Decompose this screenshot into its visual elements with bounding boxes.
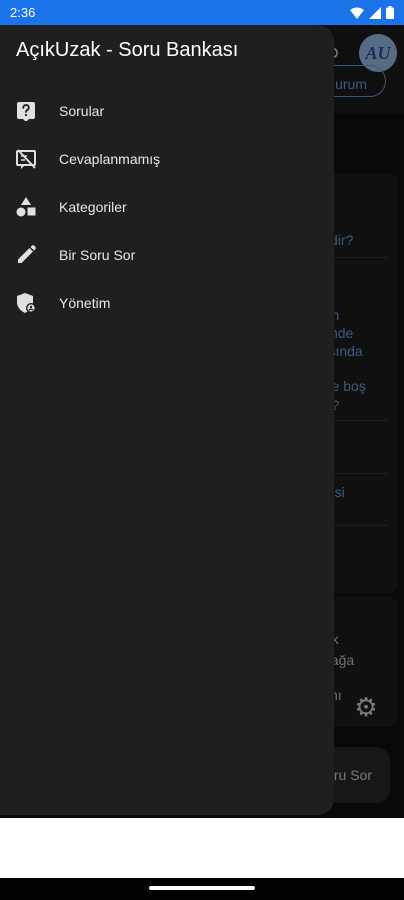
home-gesture-handle[interactable] (149, 886, 255, 890)
drawer-menu: Sorular Cevaplanmamış Kategoriler Bir So… (0, 87, 334, 327)
menu-item-label: Sorular (59, 103, 105, 119)
menu-item-label: Yönetim (59, 295, 111, 311)
menu-item-yonetim[interactable]: Yönetim (0, 279, 334, 327)
comment-off-icon (14, 147, 38, 171)
status-icons (350, 6, 394, 19)
menu-item-cevaplanmamis[interactable]: Cevaplanmamış (0, 135, 334, 183)
status-bar: 2:36 (0, 0, 404, 25)
signal-icon (369, 6, 381, 19)
navigation-drawer: AçıkUzak - Soru Bankası Sorular Cevaplan… (0, 25, 334, 815)
menu-item-label: Bir Soru Sor (59, 247, 136, 263)
pencil-icon (14, 243, 38, 267)
status-time: 2:36 (10, 5, 36, 20)
drawer-title: AçıkUzak - Soru Bankası (16, 39, 239, 61)
shield-admin-icon (14, 291, 38, 315)
battery-icon (386, 6, 394, 19)
shapes-icon (14, 195, 38, 219)
wifi-icon (350, 7, 364, 19)
menu-item-sorular[interactable]: Sorular (0, 87, 334, 135)
bottom-blank-area (0, 818, 404, 878)
menu-item-bir-soru-sor[interactable]: Bir Soru Sor (0, 231, 334, 279)
menu-item-kategoriler[interactable]: Kategoriler (0, 183, 334, 231)
menu-item-label: Cevaplanmamış (59, 151, 161, 167)
menu-item-label: Kategoriler (59, 199, 127, 215)
question-box-icon (14, 99, 38, 123)
